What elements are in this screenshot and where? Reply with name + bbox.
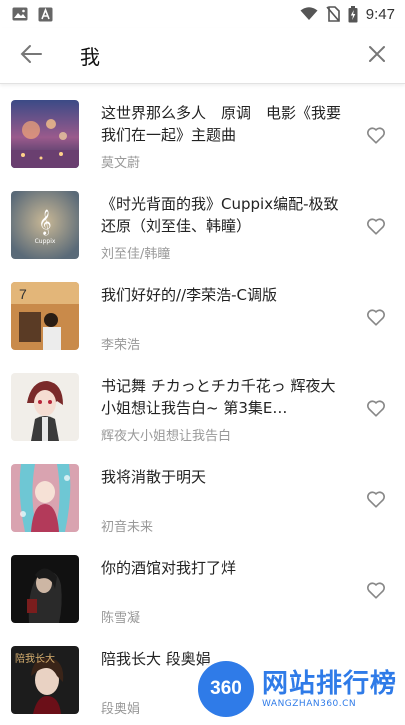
album-cover	[11, 464, 79, 532]
cover-text: 7	[19, 286, 27, 302]
album-cover: 7	[11, 282, 79, 350]
status-bar: 9:47	[0, 0, 405, 28]
search-bar: 我	[0, 28, 405, 84]
cover-text: Cuppix	[35, 238, 56, 245]
song-row[interactable]: 我将消散于明天 初音未来	[0, 452, 405, 543]
song-row[interactable]: 𝄞 Cuppix 《时光背面的我》Cuppix编配-极致还原（刘至佳、韩瞳） 刘…	[0, 179, 405, 270]
song-artist: 辉夜大小姐想让我告白	[101, 429, 232, 444]
heart-outline-icon	[365, 306, 387, 328]
no-sim-icon	[326, 6, 340, 22]
song-info: 我们好好的//李荣浩-C调版	[101, 284, 341, 306]
watermark: 360 网站排行榜 WANGZHAN360.CN	[198, 658, 405, 720]
heart-outline-icon	[365, 215, 387, 237]
album-cover	[11, 100, 79, 168]
song-info: 你的酒馆对我打了烊	[101, 557, 341, 579]
song-title: 书记舞 チカっとチカ千花っ 辉夜大小姐想让我告白~ 第3集E…	[101, 377, 336, 417]
song-artist: 刘至佳/韩瞳	[101, 247, 171, 262]
song-info: 我将消散于明天	[101, 466, 341, 488]
song-row[interactable]: 这世界那么多人 原调 电影《我要我们在一起》主题曲 莫文蔚	[0, 88, 405, 179]
image-icon	[12, 7, 28, 21]
status-bar-left	[12, 7, 53, 22]
search-input[interactable]: 我	[62, 41, 349, 70]
song-row[interactable]: 7 我们好好的//李荣浩-C调版 李荣浩	[0, 270, 405, 361]
like-button[interactable]	[365, 215, 387, 237]
status-time: 9:47	[365, 5, 395, 23]
watermark-logo: 360	[198, 661, 254, 717]
watermark-main-text: 网站排行榜	[262, 669, 398, 699]
song-artist: 段奥娟	[101, 702, 141, 717]
song-title: 你的酒馆对我打了烊	[101, 559, 237, 577]
watermark-sub-text: WANGZHAN360.CN	[262, 699, 357, 709]
song-info: 这世界那么多人 原调 电影《我要我们在一起》主题曲	[101, 102, 341, 146]
song-artist: 陈雪凝	[101, 611, 141, 626]
album-cover	[11, 373, 79, 441]
song-title: 《时光背面的我》Cuppix编配-极致还原（刘至佳、韩瞳）	[101, 195, 339, 235]
album-cover: 陪我长大	[11, 646, 79, 714]
status-bar-right: 9:47	[300, 5, 395, 23]
a-font-icon	[38, 7, 53, 22]
heart-outline-icon	[365, 397, 387, 419]
song-artist: 莫文蔚	[101, 156, 141, 171]
wifi-icon	[300, 7, 318, 21]
close-icon	[368, 45, 386, 67]
song-artist: 李荣浩	[101, 338, 141, 353]
arrow-left-icon	[20, 44, 42, 68]
heart-outline-icon	[365, 124, 387, 146]
clear-search-button[interactable]	[349, 28, 405, 84]
song-artist: 初音未来	[101, 520, 154, 535]
like-button[interactable]	[365, 124, 387, 146]
song-title: 我们好好的//李荣浩-C调版	[101, 286, 277, 304]
song-title: 这世界那么多人 原调 电影《我要我们在一起》主题曲	[101, 104, 341, 144]
like-button[interactable]	[365, 488, 387, 510]
like-button[interactable]	[365, 397, 387, 419]
back-button[interactable]	[0, 28, 62, 84]
svg-text:𝄞: 𝄞	[38, 209, 51, 235]
battery-charging-icon	[348, 5, 358, 23]
heart-outline-icon	[365, 579, 387, 601]
song-row[interactable]: 你的酒馆对我打了烊 陈雪凝	[0, 543, 405, 634]
album-cover	[11, 555, 79, 623]
song-info: 《时光背面的我》Cuppix编配-极致还原（刘至佳、韩瞳）	[101, 193, 341, 237]
like-button[interactable]	[365, 306, 387, 328]
like-button[interactable]	[365, 579, 387, 601]
album-cover: 𝄞 Cuppix	[11, 191, 79, 259]
song-info: 书记舞 チカっとチカ千花っ 辉夜大小姐想让我告白~ 第3集E…	[101, 375, 341, 419]
song-row[interactable]: 书记舞 チカっとチカ千花っ 辉夜大小姐想让我告白~ 第3集E… 辉夜大小姐想让我…	[0, 361, 405, 452]
song-title: 我将消散于明天	[101, 468, 207, 486]
cover-text: 陪我长大	[15, 652, 55, 665]
watermark-text: 网站排行榜 WANGZHAN360.CN	[262, 669, 397, 709]
heart-outline-icon	[365, 488, 387, 510]
song-list: 这世界那么多人 原调 电影《我要我们在一起》主题曲 莫文蔚 𝄞 Cuppix 《…	[0, 88, 405, 725]
